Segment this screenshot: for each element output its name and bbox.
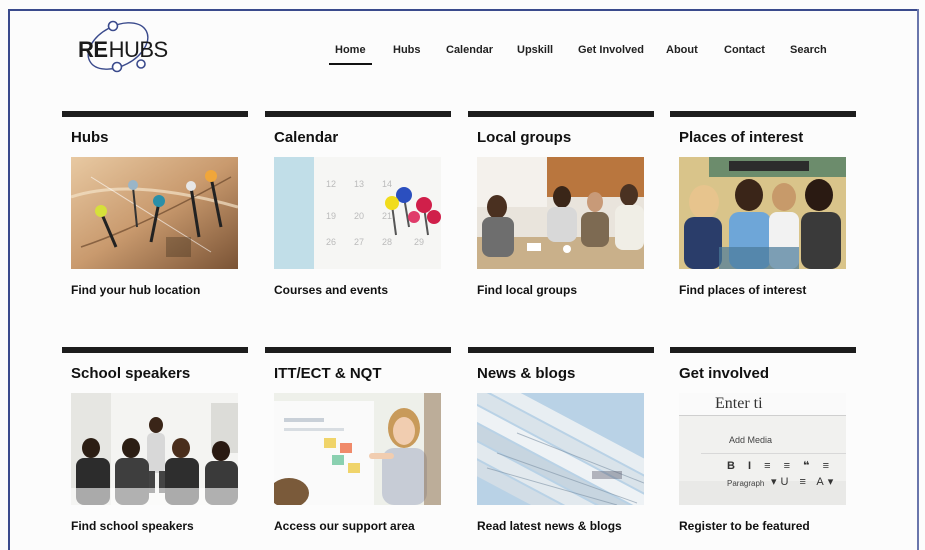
- card-title: Calendar: [274, 129, 339, 146]
- card-title: ITT/ECT & NQT: [274, 365, 382, 382]
- card-title: News & blogs: [477, 365, 576, 382]
- svg-text:20: 20: [354, 211, 364, 221]
- card-link[interactable]: Register to be featured: [679, 519, 810, 533]
- card-title: Local groups: [477, 129, 572, 146]
- svg-text:26: 26: [326, 237, 336, 247]
- card-top-bar: [265, 347, 451, 353]
- card-top-bar: [265, 111, 451, 117]
- editor-format-icons: ▾U ≡ A▾: [771, 476, 838, 488]
- svg-text:29: 29: [414, 237, 424, 247]
- svg-text:21: 21: [382, 211, 392, 221]
- card-top-bar: [62, 347, 248, 353]
- card-title: School speakers: [71, 365, 191, 382]
- card-top-bar: [670, 347, 856, 353]
- card-top-bar: [670, 111, 856, 117]
- card-top-bar: [468, 111, 654, 117]
- editor-screen-photo[interactable]: Enter ti Add Media B I ≡ ≡ ❝ ≡ Paragraph…: [679, 393, 846, 505]
- card-top-bar: [62, 111, 248, 117]
- presentation-photo[interactable]: [71, 393, 238, 505]
- paragraph-dropdown: Paragraph: [727, 479, 765, 488]
- frame-border-right: [917, 9, 919, 550]
- nav-about[interactable]: About: [666, 44, 698, 56]
- logo-re-text: RE: [78, 37, 108, 62]
- svg-text:19: 19: [326, 211, 336, 221]
- card-link[interactable]: Find local groups: [477, 283, 577, 297]
- svg-text:28: 28: [382, 237, 392, 247]
- nav-calendar[interactable]: Calendar: [446, 44, 493, 56]
- svg-text:27: 27: [354, 237, 364, 247]
- card-link[interactable]: Read latest news & blogs: [477, 519, 622, 533]
- card-link[interactable]: Access our support area: [274, 519, 415, 533]
- editor-toolbar: B I ≡ ≡ ❝ ≡: [727, 460, 834, 472]
- nav-upskill[interactable]: Upskill: [517, 44, 553, 56]
- card-link[interactable]: Find places of interest: [679, 283, 806, 297]
- card-title: Get involved: [679, 365, 770, 382]
- frame-border-left: [8, 9, 10, 550]
- card-title: Places of interest: [679, 129, 804, 146]
- rehubs-logo[interactable]: REHUBS: [74, 20, 184, 80]
- card-top-bar: [468, 347, 654, 353]
- add-media-button: Add Media: [729, 435, 773, 445]
- nav-contact[interactable]: Contact: [724, 44, 765, 56]
- svg-text:12: 12: [326, 179, 336, 189]
- map-pins-photo[interactable]: [71, 157, 238, 269]
- nav-home[interactable]: Home: [329, 44, 372, 65]
- svg-text:13: 13: [354, 179, 364, 189]
- nav-get-involved[interactable]: Get Involved: [578, 44, 644, 56]
- card-title: Hubs: [71, 129, 109, 146]
- card-link[interactable]: Courses and events: [274, 283, 388, 297]
- page-frame: REHUBS Home Hubs Calendar Upskill Get In…: [0, 0, 925, 550]
- group-meeting-photo[interactable]: [477, 157, 644, 269]
- nav-hubs[interactable]: Hubs: [393, 44, 421, 56]
- children-photo[interactable]: [679, 157, 846, 269]
- frame-border-top: [8, 9, 918, 11]
- editor-title-field: Enter ti: [715, 395, 763, 412]
- newspapers-photo[interactable]: [477, 393, 644, 505]
- card-link[interactable]: Find school speakers: [71, 519, 194, 533]
- svg-text:14: 14: [382, 179, 392, 189]
- nav-search[interactable]: Search: [790, 44, 827, 56]
- calendar-pins-photo[interactable]: 12 13 14 19 20 21 26 27 28 29: [274, 157, 441, 269]
- card-link[interactable]: Find your hub location: [71, 283, 200, 297]
- teacher-whiteboard-photo[interactable]: [274, 393, 441, 505]
- logo-hubs-text: HUBS: [108, 37, 169, 62]
- logo-wordmark: REHUBS: [78, 37, 168, 63]
